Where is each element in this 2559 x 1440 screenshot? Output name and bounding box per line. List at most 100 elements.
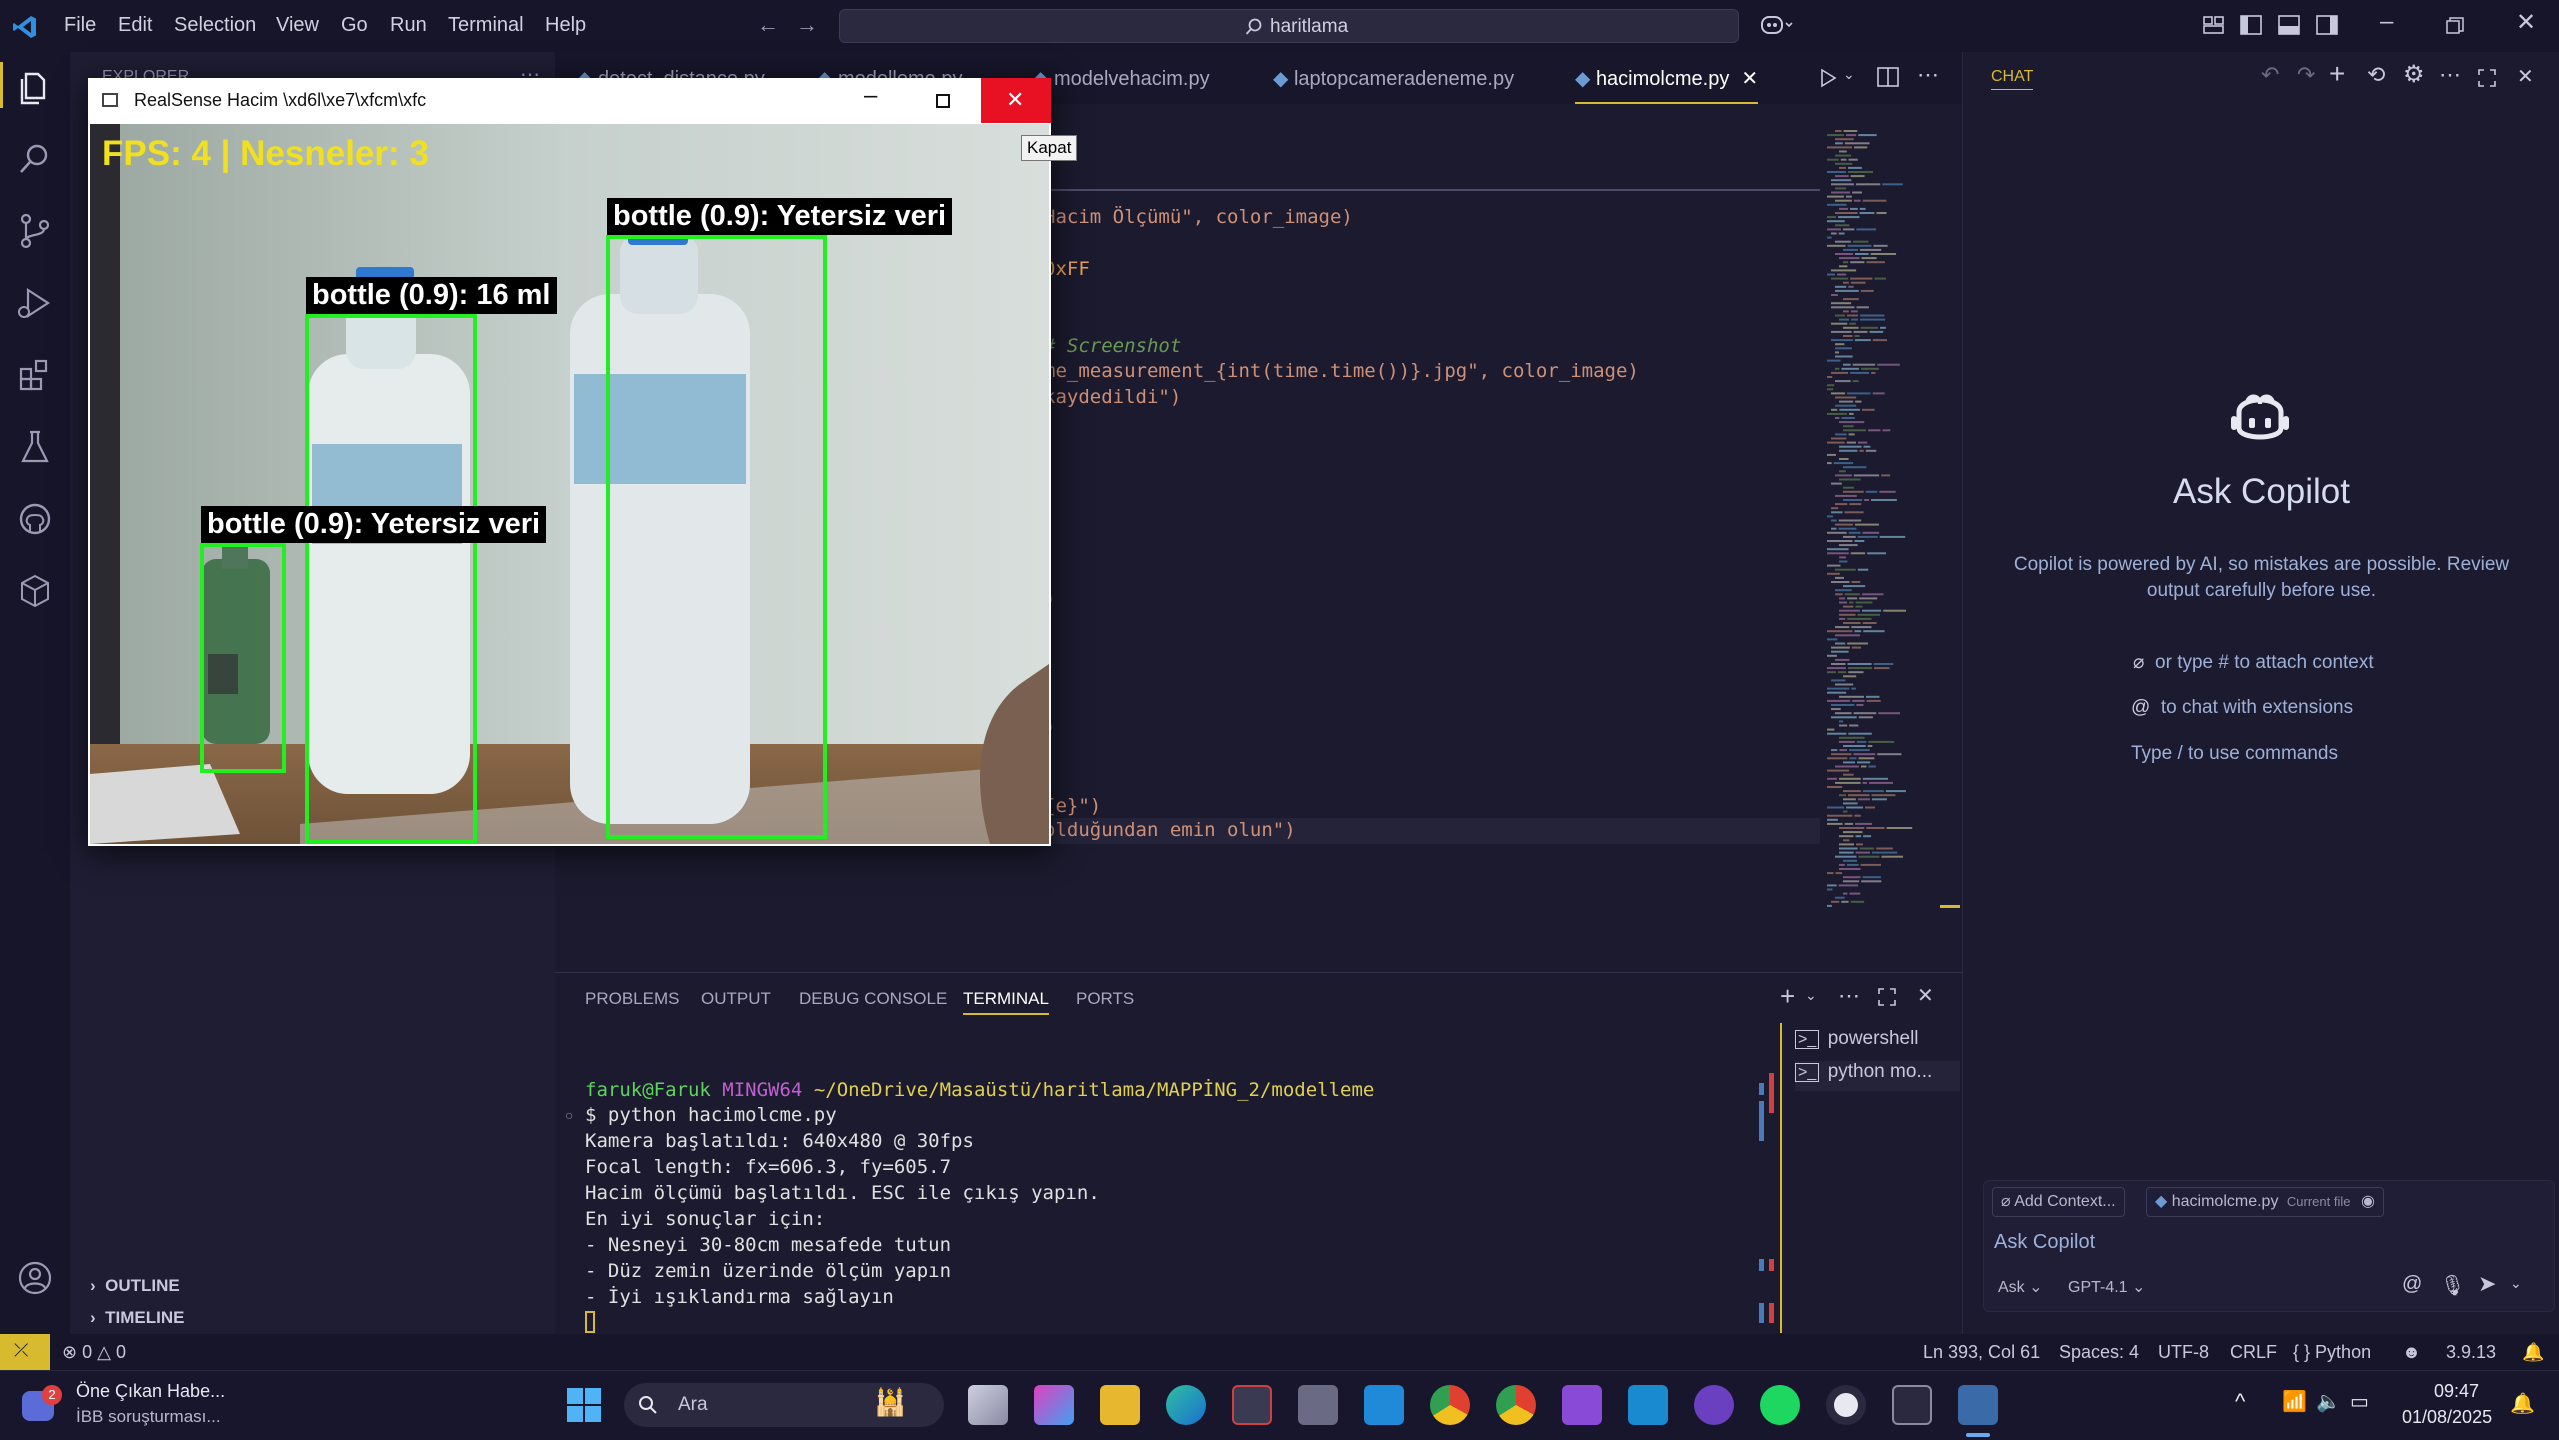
model-picker[interactable]: GPT-4.1 ⌄ bbox=[2068, 1277, 2145, 1297]
timeline-section[interactable]: › TIMELINE bbox=[90, 1308, 184, 1328]
python-version[interactable]: 3.9.13 bbox=[2446, 1342, 2496, 1363]
send-icon[interactable]: ➤ bbox=[2478, 1271, 2496, 1297]
editor-more-icon[interactable]: ⋯ bbox=[1917, 62, 1939, 88]
chrome-icon[interactable] bbox=[1430, 1385, 1470, 1425]
close-window-icon[interactable]: ✕ bbox=[2516, 8, 2536, 37]
volume-icon[interactable]: 🔈 bbox=[2316, 1389, 2341, 1414]
notepad-icon[interactable] bbox=[1628, 1385, 1668, 1425]
github-icon[interactable] bbox=[14, 498, 56, 540]
taskbar-search-box[interactable]: Ara 🕌 bbox=[624, 1383, 944, 1427]
news-subtitle[interactable]: İBB soruşturması... bbox=[76, 1407, 221, 1427]
copilot-menu-icon[interactable] bbox=[1760, 12, 1794, 38]
forward-arrow-icon[interactable]: → bbox=[796, 12, 818, 38]
menu-terminal[interactable]: Terminal bbox=[448, 14, 524, 37]
visual-studio-icon[interactable] bbox=[1562, 1385, 1602, 1425]
tab-problems[interactable]: PROBLEMS bbox=[585, 989, 679, 1009]
tab-ports[interactable]: PORTS bbox=[1076, 989, 1134, 1009]
close-chat-icon[interactable]: ✕ bbox=[2517, 64, 2534, 89]
redo-icon[interactable]: ↷ bbox=[2297, 62, 2315, 88]
code-line[interactable]: # Screenshot bbox=[1044, 335, 1181, 357]
outline-section[interactable]: › OUTLINE bbox=[90, 1276, 180, 1296]
command-center-search[interactable]: haritlama bbox=[839, 9, 1739, 43]
menu-view[interactable]: View bbox=[276, 14, 319, 37]
end-of-line[interactable]: CRLF bbox=[2230, 1342, 2277, 1363]
menu-go[interactable]: Go bbox=[341, 14, 368, 37]
python-app-icon[interactable] bbox=[1958, 1385, 1998, 1425]
show-hidden-icons[interactable]: ^ bbox=[2235, 1389, 2245, 1415]
menu-file[interactable]: File bbox=[64, 14, 96, 37]
task-view-icon[interactable] bbox=[968, 1385, 1008, 1425]
battery-icon[interactable]: ▭ bbox=[2350, 1389, 2369, 1414]
run-file-icon[interactable] bbox=[1818, 68, 1838, 88]
close-panel-icon[interactable]: ✕ bbox=[1917, 983, 1934, 1008]
microphone-icon[interactable]: 🎙 bbox=[2440, 1273, 2465, 1298]
news-title[interactable]: Öne Çıkan Habe... bbox=[76, 1381, 225, 1402]
menu-help[interactable]: Help bbox=[545, 14, 586, 37]
unity-icon[interactable] bbox=[1298, 1385, 1338, 1425]
code-line[interactable]: Hacim Ölçümü", color_image) bbox=[1044, 206, 1353, 228]
mention-icon[interactable]: @ bbox=[2402, 1273, 2422, 1296]
tab-hacimolcme[interactable]: ◆ hacimolcme.py ✕ bbox=[1575, 52, 1759, 104]
edge-browser-icon[interactable] bbox=[1166, 1385, 1206, 1425]
code-line[interactable]: olduğundan emin olun") bbox=[1044, 819, 1296, 841]
tab-modelvehacim[interactable]: ◆ modelvehacim.py bbox=[1033, 66, 1210, 91]
copilot-app-icon[interactable] bbox=[1034, 1385, 1074, 1425]
toggle-secondary-sidebar-icon[interactable] bbox=[2316, 15, 2338, 35]
run-debug-icon[interactable] bbox=[14, 282, 56, 324]
code-line[interactable]: kaydedildi") bbox=[1044, 386, 1181, 408]
accounts-icon[interactable] bbox=[14, 1257, 56, 1299]
explorer-icon[interactable] bbox=[14, 66, 56, 108]
problems-status[interactable]: ⊗ 0 △ 0 bbox=[62, 1342, 126, 1363]
remote-explorer-cube-icon[interactable] bbox=[14, 570, 56, 612]
github-desktop-icon[interactable] bbox=[1694, 1385, 1734, 1425]
wifi-icon[interactable]: 📶 bbox=[2282, 1389, 2307, 1414]
split-editor-icon[interactable] bbox=[1877, 67, 1899, 87]
chat-input[interactable]: Ask Copilot bbox=[1994, 1231, 2095, 1254]
cursor-position[interactable]: Ln 393, Col 61 bbox=[1923, 1342, 2040, 1363]
menu-edit[interactable]: Edit bbox=[118, 14, 152, 37]
undo-icon[interactable]: ↶ bbox=[2261, 62, 2279, 88]
testing-flask-icon[interactable] bbox=[14, 426, 56, 468]
mode-picker[interactable]: Ask ⌄ bbox=[1998, 1277, 2043, 1297]
terminal-tab-powershell[interactable]: >_ powershell bbox=[1795, 1028, 1960, 1058]
close-tab-icon[interactable]: ✕ bbox=[1741, 68, 1758, 90]
new-chat-icon[interactable]: + bbox=[2329, 58, 2345, 90]
search-icon[interactable] bbox=[14, 138, 56, 180]
panel-more-icon[interactable]: ⋯ bbox=[1838, 983, 1860, 1009]
customize-layout-icon[interactable] bbox=[2203, 15, 2225, 35]
tab-debug-console[interactable]: DEBUG CONSOLE bbox=[799, 989, 947, 1009]
language-mode[interactable]: { } Python bbox=[2293, 1342, 2371, 1363]
restore-window-icon[interactable] bbox=[2446, 17, 2464, 35]
terminal-dropdown-icon[interactable]: ⌄ bbox=[1805, 987, 1817, 1004]
notification-center-icon[interactable]: 🔔 bbox=[2510, 1391, 2535, 1416]
current-file-chip[interactable]: ◆ hacimolcme.py Current file ◉ bbox=[2146, 1187, 2384, 1217]
eye-icon[interactable]: ◉ bbox=[2361, 1193, 2375, 1210]
maximize-icon[interactable] bbox=[936, 94, 950, 108]
toggle-panel-icon[interactable] bbox=[2278, 15, 2300, 35]
indentation[interactable]: Spaces: 4 bbox=[2059, 1342, 2139, 1363]
notifications-bell-icon[interactable]: 🔔 bbox=[2522, 1342, 2544, 1363]
add-context-button[interactable]: ⌀ Add Context... bbox=[1992, 1187, 2125, 1217]
news-widget-icon[interactable]: 2 bbox=[18, 1383, 62, 1427]
extensions-icon[interactable] bbox=[14, 354, 56, 396]
obs-icon[interactable] bbox=[1826, 1385, 1866, 1425]
vscode-taskbar-icon[interactable] bbox=[1364, 1385, 1404, 1425]
send-dropdown-icon[interactable]: ⌄ bbox=[2510, 1275, 2522, 1292]
minimize-window-icon[interactable]: – bbox=[2380, 8, 2393, 36]
encoding[interactable]: UTF-8 bbox=[2158, 1342, 2209, 1363]
terminal-app-icon[interactable] bbox=[1892, 1385, 1932, 1425]
maximize-panel-icon[interactable] bbox=[1877, 987, 1897, 1007]
toggle-primary-sidebar-icon[interactable] bbox=[2240, 15, 2262, 35]
remote-indicator[interactable]: ⤫ bbox=[0, 1334, 50, 1370]
terminal-tab-python[interactable]: >_ python mo... bbox=[1795, 1061, 1960, 1091]
new-terminal-icon[interactable]: + bbox=[1780, 981, 1795, 1012]
chat-more-icon[interactable]: ⋯ bbox=[2439, 62, 2461, 88]
run-dropdown-icon[interactable]: ⌄ bbox=[1843, 66, 1855, 83]
windows-start-icon[interactable] bbox=[566, 1387, 602, 1423]
source-control-icon[interactable] bbox=[14, 210, 56, 252]
menu-selection[interactable]: Selection bbox=[174, 14, 256, 37]
tab-terminal[interactable]: TERMINAL bbox=[963, 989, 1049, 1015]
maximize-chat-icon[interactable] bbox=[2477, 68, 2497, 88]
spotify-icon[interactable] bbox=[1760, 1385, 1800, 1425]
minimize-icon[interactable]: – bbox=[864, 82, 877, 110]
